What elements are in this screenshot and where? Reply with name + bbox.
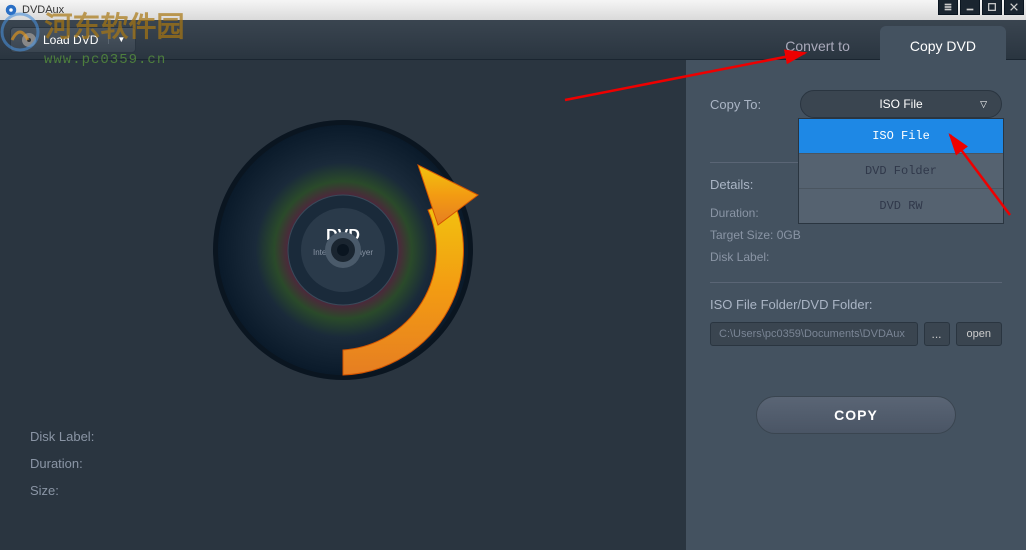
titlebar: DVDAux [0, 0, 1026, 20]
dropdown-option-dvd-folder[interactable]: DVD Folder [799, 154, 1003, 189]
dropdown-list: ISO File DVD Folder DVD RW [798, 118, 1004, 224]
copy-to-label: Copy To: [710, 97, 800, 112]
maximize-button[interactable] [982, 0, 1002, 15]
close-button[interactable] [1004, 0, 1024, 15]
iso-folder-label: ISO File Folder/DVD Folder: [710, 297, 1002, 312]
left-panel: DVD Inter DVD Player Disk Label: Duratio… [0, 60, 686, 550]
left-disk-label-row: Disk Label: [30, 429, 656, 444]
dropdown-option-iso-file[interactable]: ISO File [799, 119, 1003, 154]
app-title: DVDAux [22, 4, 64, 16]
settings-window-button[interactable] [938, 0, 958, 15]
load-dvd-button[interactable]: Load DVD ▼ [10, 27, 136, 53]
app-icon [4, 3, 18, 17]
triangle-down-icon: ▽ [980, 99, 987, 110]
minimize-button[interactable] [960, 0, 980, 15]
left-size-row: Size: [30, 483, 656, 498]
copy-button[interactable]: COPY [756, 396, 956, 434]
load-dvd-label: Load DVD [43, 33, 98, 47]
copy-to-dropdown[interactable]: ISO File ▽ [800, 90, 1002, 118]
dropdown-selected: ISO File [879, 97, 922, 111]
browse-button[interactable]: ... [924, 322, 950, 346]
left-duration-row: Duration: [30, 456, 656, 471]
details-label: Details: [710, 177, 800, 192]
disc-icon [21, 32, 37, 48]
right-panel: Copy To: ISO File ▽ ISO File DVD Folder … [686, 60, 1026, 550]
dropdown-option-dvd-rw[interactable]: DVD RW [799, 189, 1003, 223]
chevron-down-icon: ▼ [108, 35, 125, 44]
disc-graphic: DVD Inter DVD Player [30, 100, 656, 399]
path-input[interactable] [710, 322, 918, 346]
details-disk-label: Disk Label: [710, 250, 1002, 264]
open-button[interactable]: open [956, 322, 1002, 346]
details-target-size: Target Size: 0GB [710, 228, 1002, 242]
